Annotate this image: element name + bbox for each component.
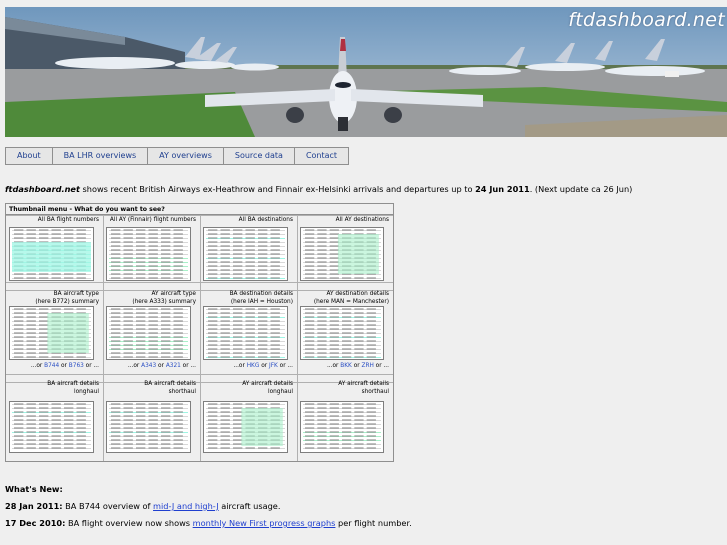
menu-cell-label-line: AY destination details [326,291,389,297]
alt-links-text: or ... [373,363,389,369]
menu-thumbnail-link[interactable] [300,306,384,360]
alt-links-text: or ... [83,363,99,369]
menu-thumbnail-link[interactable] [300,227,384,281]
news-date: 17 Dec 2010: [5,518,66,528]
intro-next-update: . (Next update ca 26 Jun) [529,184,633,194]
menu-cell-label: All AY destinations [335,217,389,223]
menu-thumbnail-link[interactable] [203,306,288,360]
menu-cell-label-line: BA aircraft details [47,381,99,387]
menu-cell-label: BA aircraft details longhaul [6,380,99,396]
nav-ay-overviews[interactable]: AY overviews [148,148,224,164]
news-link[interactable]: monthly New First progress graphs [193,518,336,528]
alt-links-text: or ... [180,363,196,369]
menu-thumbnail-link[interactable] [300,401,384,453]
nav-about[interactable]: About [6,148,53,164]
menu-cell-label: BA destination details (here IAH = Housto… [200,290,293,306]
alt-links-text: ...or [30,363,45,369]
alt-link[interactable]: JFK [269,363,278,369]
alt-link[interactable]: B763 [69,363,84,369]
menu-cell-label-line: shorthaul [168,389,196,395]
menu-cell-label-line: AY aircraft type [151,291,196,297]
menu-cell-label: AY aircraft details longhaul [200,380,293,396]
menu-thumbnail-link[interactable] [9,227,94,281]
menu-cell-alt-links: ...or BKK or ZRH or ... [297,362,389,370]
header-banner-image: ftdashboard.net [5,7,727,137]
menu-cell-label: All BA flight numbers [37,217,99,223]
menu-cell-label: AY destination details (here MAN = Manche… [297,290,389,306]
news-item: 17 Dec 2010: BA flight overview now show… [5,518,412,528]
menu-cell-label: AY aircraft details shorthaul [297,380,389,396]
nav-contact[interactable]: Contact [295,148,348,164]
intro-text: ftdashboard.net shows recent British Air… [5,184,632,194]
alt-links-text: ...or [127,363,142,369]
menu-cell-alt-links: ...or HKG or JFK or ... [200,362,293,370]
menu-thumbnail-link[interactable] [203,227,288,281]
alt-link[interactable]: A343 [141,363,156,369]
main-nav: About BA LHR overviews AY overviews Sour… [5,147,350,165]
news-date: 28 Jan 2011: [5,501,63,511]
news-text-end: aircraft usage. [218,501,281,511]
menu-cell-label-line: AY aircraft details [242,381,293,387]
menu-cell-label-line: AY aircraft details [338,381,389,387]
alt-links-text: ...or [233,363,247,369]
menu-cell-label-line: longhaul [267,389,293,395]
menu-thumbnail-link[interactable] [106,227,191,281]
alt-links-text: or [59,363,69,369]
menu-thumbnail-link[interactable] [203,401,288,453]
menu-cell-label-line: (here IAH = Houston) [230,299,293,305]
alt-link[interactable]: B744 [44,363,59,369]
menu-cell-alt-links: ...or B744 or B763 or ... [6,362,99,370]
alt-link[interactable]: BKK [340,363,352,369]
alt-links-text: ...or [326,363,341,369]
menu-cell-label: All BA destinations [238,217,293,223]
menu-thumbnail-link[interactable] [9,306,94,360]
menu-cell-label: BA aircraft details shorthaul [103,380,196,396]
menu-cell-label: BA aircraft type (here B772) summary [6,290,99,306]
menu-column-divider [103,215,104,461]
intro-date: 24 Jun 2011 [475,184,530,194]
menu-cell-label: All AY (Finnair) flight numbers [109,217,196,223]
menu-column-divider [200,215,201,461]
news-text: BA flight overview now shows [65,518,193,528]
news-item: 28 Jan 2011: BA B744 overview of mid-J a… [5,501,280,511]
intro-body: shows recent British Airways ex-Heathrow… [79,184,476,194]
menu-cell-label-line: (here B772) summary [35,299,99,305]
alt-link[interactable]: ZRH [361,363,373,369]
menu-cell-label-line: longhaul [73,389,99,395]
menu-column-divider [297,215,298,461]
menu-thumbnail-link[interactable] [106,401,191,453]
nav-ba-lhr-overviews[interactable]: BA LHR overviews [53,148,149,164]
menu-cell-label-line: BA aircraft type [53,291,99,297]
menu-thumbnail-link[interactable] [106,306,191,360]
menu-cell-label-line: (here A333) summary [132,299,196,305]
menu-cell-label-line: (here MAN = Manchester) [313,299,389,305]
menu-thumbnail-link[interactable] [9,401,94,453]
alt-links-text: or ... [277,363,293,369]
menu-cell-label-line: shorthaul [361,389,389,395]
news-text-end: per flight number. [335,518,412,528]
alt-link[interactable]: HKG [247,363,260,369]
menu-header: Thumbnail menu - What do you want to see… [6,204,393,215]
news-text: BA B744 overview of [62,501,154,511]
news-link[interactable]: mid-J and high-J [153,501,219,511]
intro-brand: ftdashboard.net [5,184,80,194]
alt-links-text: or [259,363,269,369]
menu-cell-alt-links: ...or A343 or A321 or ... [103,362,196,370]
alt-link[interactable]: A321 [166,363,181,369]
menu-cell-label-line: BA destination details [229,291,293,297]
whats-new-title: What's New: [5,484,63,494]
thumbnail-menu: Thumbnail menu - What do you want to see… [5,203,394,462]
site-title: ftdashboard.net [568,9,725,31]
menu-cell-label: AY aircraft type (here A333) summary [103,290,196,306]
alt-links-text: or [156,363,166,369]
nav-source-data[interactable]: Source data [224,148,295,164]
menu-cell-label-line: BA aircraft details [144,381,196,387]
